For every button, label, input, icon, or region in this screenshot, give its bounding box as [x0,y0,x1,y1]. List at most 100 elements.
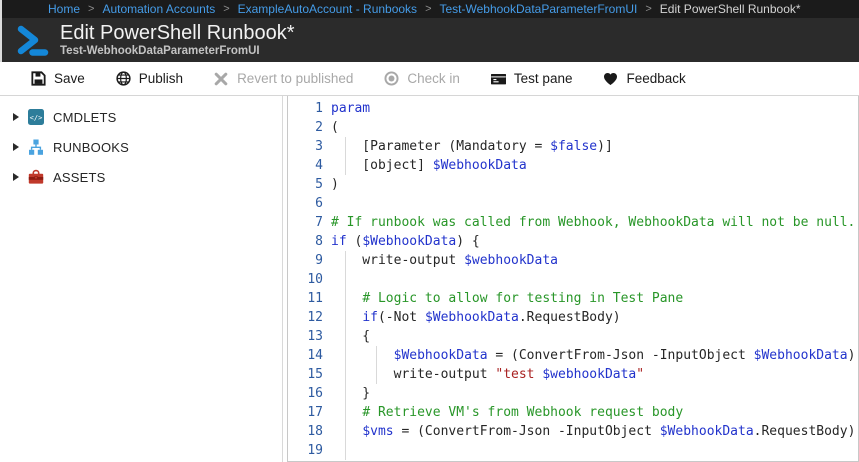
page-title: Edit PowerShell Runbook* [60,22,295,44]
code-line: 17 # Retrieve VM's from Webhook request … [288,403,858,422]
code-line: 9 write-output $webhookData [288,251,858,270]
check-in-button[interactable]: Check in [383,70,460,87]
cmdlets-icon: </> [28,109,44,125]
line-number: 15 [288,365,323,384]
line-number: 4 [288,156,323,175]
code-line: 18 $vms = (ConvertFrom-Json -InputObject… [288,422,858,441]
revert-to-published-label: Revert to published [237,71,353,86]
code-line-text: $vms = (ConvertFrom-Json -InputObject $W… [331,422,858,441]
publish-globe-icon [115,70,132,87]
line-number: 17 [288,403,323,422]
breadcrumb-separator-icon: > [223,3,229,15]
feedback-heart-icon [602,70,619,87]
code-line: 10 [288,270,858,289]
line-number: 12 [288,308,323,327]
code-line: 3 [Parameter (Mandatory = $false)] [288,137,858,156]
breadcrumb: Home > Automation Accounts > ExampleAutoAcco… [0,0,859,18]
code-line-text: { [331,327,858,346]
runbooks-icon [28,139,44,155]
line-number: 9 [288,251,323,270]
feedback-label: Feedback [626,71,685,86]
code-line-text: # If runbook was called from Webhook, We… [331,213,858,232]
sidebar-item-runbooks[interactable]: RUNBOOKS [0,132,282,162]
feedback-button[interactable]: Feedback [602,70,685,87]
publish-button[interactable]: Publish [115,70,183,87]
save-button[interactable]: Save [30,70,85,87]
code-line-text: param [331,99,858,118]
line-number: 5 [288,175,323,194]
expander-chevron-icon[interactable] [13,113,19,121]
breadcrumb-separator-icon: > [645,3,651,15]
breadcrumb-item-automation-accounts[interactable]: Automation Accounts [102,2,215,16]
code-line-text: [object] $WebhookData [331,156,858,175]
code-line-text [331,194,858,213]
code-line-text: $WebhookData = (ConvertFrom-Json -InputO… [331,346,858,365]
sidebar: </> CMDLETS RUNBOOKS ASSETS [0,96,283,462]
sidebar-item-label: ASSETS [53,170,106,185]
code-line-text: # Logic to allow for testing in Test Pan… [331,289,858,308]
runbook-name: Test-WebhookDataParameterFromUI [60,44,295,58]
code-line: 5) [288,175,858,194]
save-icon [30,70,47,87]
breadcrumb-separator-icon: > [425,3,431,15]
revert-x-icon [213,70,230,87]
sidebar-item-assets[interactable]: ASSETS [0,162,282,192]
code-line-text: write-output $webhookData [331,251,858,270]
expander-chevron-icon[interactable] [13,173,19,181]
line-number: 6 [288,194,323,213]
line-number: 16 [288,384,323,403]
test-pane-icon [490,70,507,87]
publish-label: Publish [139,71,183,86]
breadcrumb-items: Home > Automation Accounts > ExampleAutoAcco… [48,2,801,16]
line-number: 19 [288,441,323,460]
sidebar-item-label: CMDLETS [53,110,117,125]
test-pane-label: Test pane [514,71,573,86]
line-number: 13 [288,327,323,346]
sidebar-item-cmdlets[interactable]: </> CMDLETS [0,102,282,132]
powershell-logo-icon [12,20,52,60]
code-line: 16 } [288,384,858,403]
check-in-label: Check in [407,71,460,86]
save-label: Save [54,71,85,86]
code-line-text: } [331,384,858,403]
code-line: 7 # If runbook was called from Webhook, W… [288,213,858,232]
code-line-text: ) [331,175,858,194]
line-number: 8 [288,232,323,251]
line-number: 1 [288,99,323,118]
code-line-text: write-output "test $webhookData" [331,365,858,384]
code-line: 2( [288,118,858,137]
command-bar: Save Publish Revert to published Check i… [0,62,859,96]
test-pane-button[interactable]: Test pane [490,70,573,87]
code-line: 6 [288,194,858,213]
code-line: 8 if ($WebhookData) { [288,232,858,251]
indent-guide [345,441,346,460]
code-line: 15 write-output "test $webhookData" [288,365,858,384]
breadcrumb-item-home[interactable]: Home [48,2,80,16]
code-line: 14 $WebhookData = (ConvertFrom-Json -Inp… [288,346,858,365]
code-line-text: if ($WebhookData) { [331,232,858,251]
indent-guide [345,270,346,289]
breadcrumb-item-exampleautoaccount-runbooks[interactable]: ExampleAutoAccount - Runbooks [238,2,417,16]
code-editor[interactable]: 1 param2(3 [Parameter (Mandatory = $false… [287,96,859,462]
assets-icon [28,169,44,185]
code-line: 11 # Logic to allow for testing in Test … [288,289,858,308]
revert-to-published-button[interactable]: Revert to published [213,70,353,87]
line-number: 7 [288,213,323,232]
line-number: 14 [288,346,323,365]
expander-chevron-icon[interactable] [13,143,19,151]
content-area: </> CMDLETS RUNBOOKS ASSETS 1 param2(3 [P… [0,96,859,462]
sidebar-item-label: RUNBOOKS [53,140,129,155]
line-number: 18 [288,422,323,441]
edit-runbook-window: Home > Automation Accounts > ExampleAutoAcco… [0,0,859,462]
line-number: 2 [288,118,323,137]
breadcrumb-item-test-webhookdataparameterfromui[interactable]: Test-WebhookDataParameterFromUI [440,2,638,16]
code-line-text: # Retrieve VM's from Webhook request bod… [331,403,858,422]
code-line: 12 if(-Not $WebhookData.RequestBody) [288,308,858,327]
code-line-text: [Parameter (Mandatory = $false)] [331,137,858,156]
line-number: 10 [288,270,323,289]
code-line: 1 param [288,99,858,118]
code-line: 4 [object] $WebhookData [288,156,858,175]
code-line: 19 [288,441,858,460]
blade-header: Edit PowerShell Runbook* Test-WebhookDat… [0,18,859,62]
line-number: 3 [288,137,323,156]
